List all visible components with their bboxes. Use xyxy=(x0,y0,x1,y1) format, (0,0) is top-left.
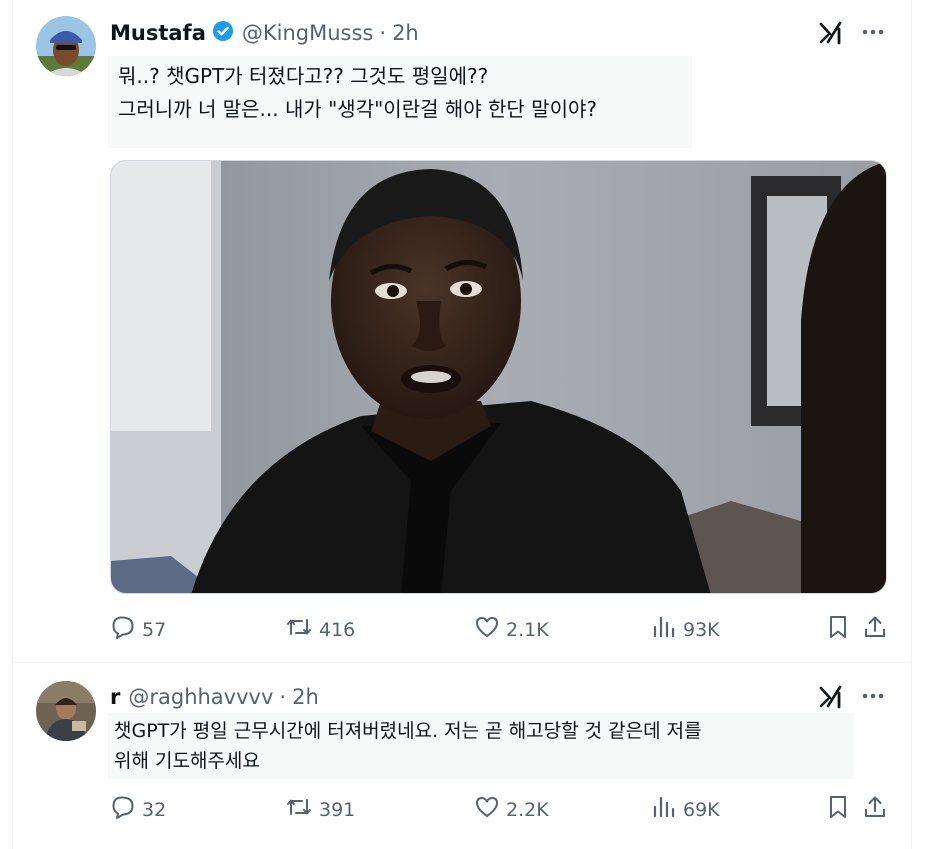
views-button[interactable]: 69K xyxy=(651,794,720,825)
separator-dot: · xyxy=(279,685,287,709)
like-button[interactable]: 2.2K xyxy=(474,794,549,825)
reply-count: 32 xyxy=(142,798,167,821)
avatar[interactable] xyxy=(36,681,96,741)
reply-icon xyxy=(110,794,142,825)
like-button[interactable]: 2.1K xyxy=(474,614,549,645)
repost-count: 416 xyxy=(319,618,356,641)
bookmark-button[interactable] xyxy=(826,794,850,825)
verified-badge-icon xyxy=(212,20,234,47)
grok-xai-icon[interactable] xyxy=(818,684,844,714)
reply-button[interactable]: 32 xyxy=(110,794,166,825)
bookmark-button[interactable] xyxy=(826,614,850,645)
tweet-text-line: 뭐..? 챗GPT가 터졌다고?? 그것도 평일에?? xyxy=(118,64,489,88)
repost-count: 391 xyxy=(319,798,356,821)
bookmark-icon xyxy=(826,794,850,825)
views-count: 69K xyxy=(683,798,720,821)
tweet-header: Mustafa @KingMusss · 2h xyxy=(110,20,419,46)
timestamp[interactable]: 2h xyxy=(292,685,319,709)
reply-count: 57 xyxy=(142,618,167,641)
tweet-text-line: 위해 기도해주세요 xyxy=(114,750,260,772)
views-button[interactable]: 93K xyxy=(651,614,720,645)
timestamp[interactable]: 2h xyxy=(392,21,419,45)
share-icon xyxy=(862,794,888,825)
share-button[interactable] xyxy=(862,614,888,645)
tweet-text: 챗GPT가 평일 근무시간에 터져버렸네요. 저는 곧 해고당할 것 같은데 저… xyxy=(108,713,854,779)
like-count: 2.2K xyxy=(506,798,549,821)
author-name[interactable]: Mustafa xyxy=(110,21,206,45)
share-icon xyxy=(862,614,888,645)
tweet[interactable]: r @raghhavvvv · 2h 챗GPT가 평일 근무시간에 터져버렸네요… xyxy=(12,663,910,849)
tweet-text: 뭐..? 챗GPT가 터졌다고?? 그것도 평일에?? 그러니까 너 말은...… xyxy=(108,56,692,148)
tweet-text-line: 그러니까 너 말은... 내가 "생각"이란걸 해야 한단 말이야? xyxy=(118,97,597,121)
repost-button[interactable]: 416 xyxy=(285,614,355,645)
like-icon xyxy=(474,614,506,645)
reply-button[interactable]: 57 xyxy=(110,614,166,645)
share-button[interactable] xyxy=(862,794,888,825)
reply-icon xyxy=(110,614,142,645)
views-count: 93K xyxy=(683,618,720,641)
author-name[interactable]: r xyxy=(110,685,120,709)
tweet-actions: 57 416 2.1K 93K xyxy=(110,614,890,644)
tweet-image[interactable] xyxy=(110,160,887,594)
tweet-header: r @raghhavvvv · 2h xyxy=(110,684,319,710)
author-handle[interactable]: @raghhavvvv xyxy=(128,685,273,709)
repost-button[interactable]: 391 xyxy=(285,794,355,825)
repost-icon xyxy=(285,614,319,645)
separator-dot: · xyxy=(379,21,387,45)
like-icon xyxy=(474,794,506,825)
more-icon[interactable] xyxy=(861,686,885,710)
tweet-text-line: 챗GPT가 평일 근무시간에 터져버렸네요. 저는 곧 해고당할 것 같은데 저… xyxy=(114,720,702,742)
views-icon xyxy=(651,614,683,645)
bookmark-icon xyxy=(826,614,850,645)
views-icon xyxy=(651,794,683,825)
author-handle[interactable]: @KingMusss xyxy=(242,21,374,45)
repost-icon xyxy=(285,794,319,825)
tweet[interactable]: Mustafa @KingMusss · 2h 뭐..? 챗GPT가 터졌다고?… xyxy=(12,0,910,663)
tweet-actions: 32 391 2.2K 69K xyxy=(110,794,890,824)
grok-xai-icon[interactable] xyxy=(818,20,844,50)
more-icon[interactable] xyxy=(861,22,885,46)
avatar[interactable] xyxy=(36,16,96,76)
like-count: 2.1K xyxy=(506,618,549,641)
